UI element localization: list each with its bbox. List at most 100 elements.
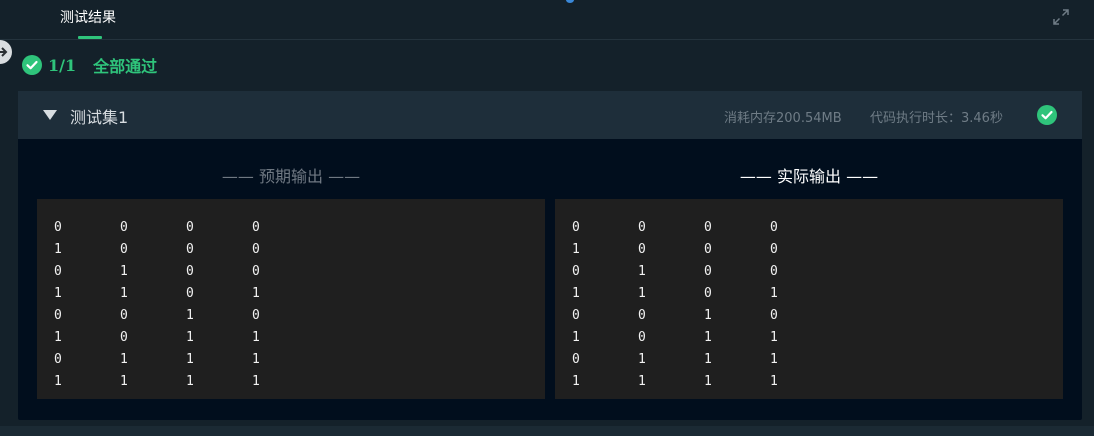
output-row: 1 1 0 1	[54, 281, 545, 303]
testset-card: 测试集1 消耗内存200.54MB 代码执行时长：3.46秒 —— 预期输出 —…	[18, 91, 1082, 420]
output-row: 1 0 0 0	[54, 237, 545, 259]
output-cell: 0	[186, 242, 194, 257]
output-row: 0 1 1 1	[54, 347, 545, 369]
drag-dot	[566, 0, 574, 3]
testset-title: 测试集1	[70, 108, 129, 127]
output-cell: 1	[770, 374, 778, 389]
output-cell: 0	[186, 264, 194, 279]
output-cell: 0	[770, 220, 778, 235]
output-cell: 0	[704, 220, 712, 235]
output-cell: 1	[770, 286, 778, 301]
memory-usage: 消耗内存200.54MB	[724, 111, 842, 126]
output-cell: 0	[54, 264, 62, 279]
output-row: 0 1 0 0	[54, 259, 545, 281]
output-cell: 1	[120, 374, 128, 389]
output-cell: 0	[54, 220, 62, 235]
output-cell: 1	[704, 374, 712, 389]
output-cell: 1	[638, 264, 646, 279]
output-cell: 0	[770, 264, 778, 279]
output-cell: 1	[186, 352, 194, 367]
output-cell: 0	[120, 308, 128, 323]
check-circle-icon	[22, 55, 42, 75]
execution-time: 代码执行时长：3.46秒	[870, 111, 1003, 126]
output-cell: 1	[704, 330, 712, 345]
output-row: 0 1 1 1	[572, 347, 1063, 369]
output-cell: 0	[704, 264, 712, 279]
output-cell: 0	[120, 220, 128, 235]
output-cell: 0	[704, 242, 712, 257]
output-cell: 1	[704, 308, 712, 323]
check-circle-icon	[1037, 105, 1057, 125]
output-cell: 0	[54, 352, 62, 367]
output-cell: 1	[638, 286, 646, 301]
output-row: 1 1 1 1	[572, 369, 1063, 391]
output-row: 1 0 1 1	[54, 325, 545, 347]
output-cell: 1	[770, 330, 778, 345]
output-cell: 1	[120, 286, 128, 301]
output-cell: 1	[572, 330, 580, 345]
test-results-panel: 测试结果 1/1 全部通过 测试集1 消耗内存200.54MB 代码执行时长：3…	[0, 0, 1094, 436]
arrow-right-icon	[0, 47, 8, 57]
active-tab-indicator	[78, 36, 102, 39]
output-row: 1 1 1 1	[54, 369, 545, 391]
output-cell: 0	[638, 330, 646, 345]
output-cell: 1	[704, 352, 712, 367]
output-cell: 0	[252, 220, 260, 235]
output-cell: 0	[252, 242, 260, 257]
output-cell: 1	[120, 264, 128, 279]
output-cell: 0	[638, 308, 646, 323]
output-cell: 1	[252, 286, 260, 301]
expected-output-title: —— 预期输出 ——	[221, 167, 361, 186]
output-cell: 0	[572, 264, 580, 279]
output-cell: 0	[770, 242, 778, 257]
output-cell: 1	[572, 242, 580, 257]
output-cell: 1	[54, 330, 62, 345]
testset-header[interactable]: 测试集1 消耗内存200.54MB 代码执行时长：3.46秒	[18, 91, 1082, 139]
output-cell: 0	[638, 242, 646, 257]
output-cell: 0	[572, 220, 580, 235]
output-cell: 1	[54, 242, 62, 257]
output-row: 0 0 0 0	[54, 215, 545, 237]
expand-icon[interactable]	[1051, 7, 1071, 27]
output-cell: 1	[186, 374, 194, 389]
bottom-bar	[0, 426, 1094, 436]
output-cell: 0	[54, 308, 62, 323]
output-cell: 1	[54, 286, 62, 301]
output-row: 1 0 1 1	[572, 325, 1063, 347]
output-cell: 1	[252, 330, 260, 345]
output-row: 0 0 1 0	[572, 303, 1063, 325]
actual-output-title: —— 实际输出 ——	[739, 167, 879, 186]
output-cell: 0	[770, 308, 778, 323]
output-cell: 1	[638, 352, 646, 367]
output-cell: 1	[252, 352, 260, 367]
output-cell: 1	[54, 374, 62, 389]
output-row: 0 0 0 0	[572, 215, 1063, 237]
output-cell: 1	[572, 286, 580, 301]
output-cell: 1	[120, 352, 128, 367]
output-row: 0 0 1 0	[54, 303, 545, 325]
output-cell: 0	[252, 308, 260, 323]
output-cell: 0	[186, 220, 194, 235]
actual-output-box: 0 0 0 0 1 0 0 0 0 1 0 0 1 1 0 1 0 0 1 0 1 0 1 1 0 1 1 1 1 1 1 1	[555, 199, 1063, 399]
output-cell: 1	[186, 308, 194, 323]
pass-status: 全部通过	[93, 57, 158, 76]
caret-down-icon	[43, 110, 57, 120]
output-cell: 1	[770, 352, 778, 367]
result-summary: 1/1 全部通过	[22, 54, 157, 76]
output-cell: 0	[120, 330, 128, 345]
tab-test-results[interactable]: 测试结果	[60, 8, 116, 28]
tab-bar: 测试结果	[0, 0, 1094, 40]
output-cell: 1	[252, 374, 260, 389]
output-cell: 0	[252, 264, 260, 279]
pass-count: 1/1	[48, 55, 77, 75]
output-cell: 1	[638, 374, 646, 389]
output-row: 1 1 0 1	[572, 281, 1063, 303]
output-cell: 1	[572, 374, 580, 389]
side-collapse-handle[interactable]	[0, 40, 12, 64]
output-row: 0 1 0 0	[572, 259, 1063, 281]
output-cell: 1	[186, 330, 194, 345]
output-cell: 0	[572, 352, 580, 367]
output-row: 1 0 0 0	[572, 237, 1063, 259]
expected-output-box: 0 0 0 0 1 0 0 0 0 1 0 0 1 1 0 1 0 0 1 0 1 0 1 1 0 1 1 1 1 1 1 1	[37, 199, 545, 399]
output-cell: 0	[704, 286, 712, 301]
